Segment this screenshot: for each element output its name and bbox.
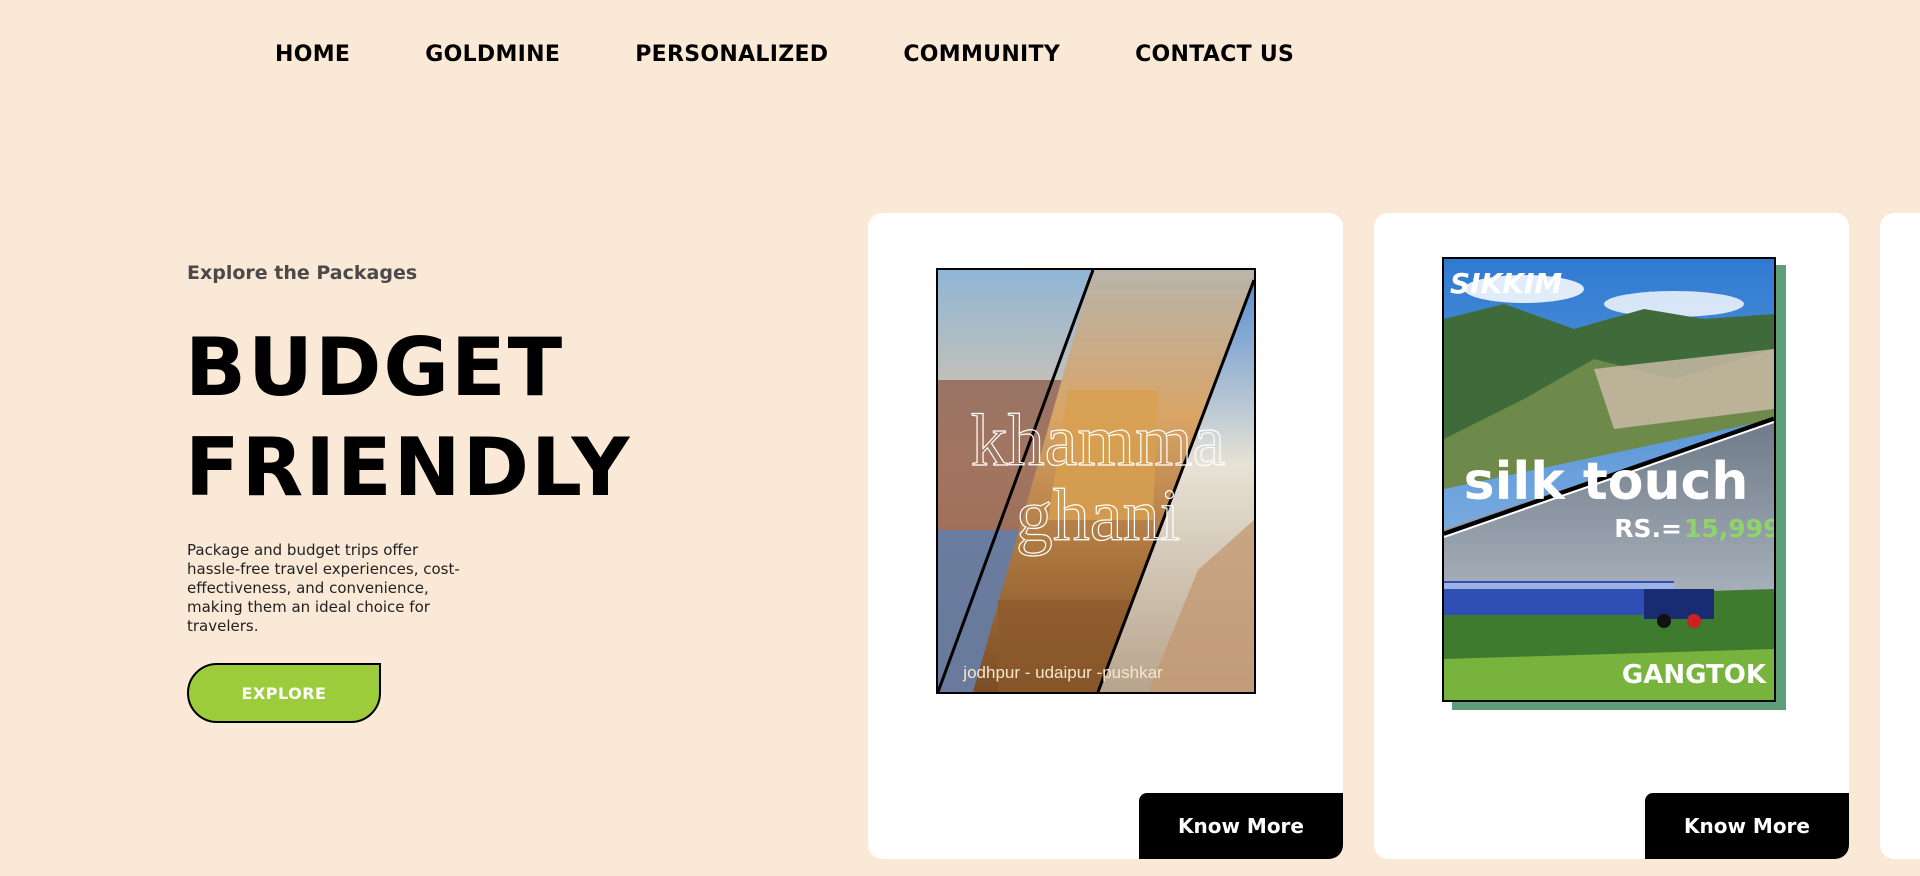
- rajasthan-poster-image: khamma ghani jodhpur - udaipur -pushkar: [936, 268, 1256, 694]
- nav-contact-us[interactable]: CONTACT US: [1135, 42, 1294, 67]
- explore-button[interactable]: EXPLORE: [187, 663, 381, 723]
- know-more-button[interactable]: Know More: [1139, 793, 1343, 859]
- hero-title-line-1: BUDGET: [185, 321, 565, 414]
- package-card-sikkim: SIKKIM silk touch RS.= 15,999 GANGTOK Kn…: [1374, 213, 1849, 859]
- hero-description: Package and budget trips offer hassle-fr…: [187, 541, 460, 635]
- hero-title-line-2: FRIENDLY: [185, 421, 632, 514]
- package-card-rajasthan: khamma ghani jodhpur - udaipur -pushkar …: [868, 213, 1343, 859]
- nav-goldmine[interactable]: GOLDMINE: [425, 42, 560, 67]
- package-card-partial: [1880, 213, 1920, 859]
- poster-title: silk touch: [1464, 452, 1749, 512]
- poster-price-prefix: RS.=: [1614, 514, 1682, 543]
- nav-community[interactable]: COMMUNITY: [903, 42, 1060, 67]
- poster-price-value: 15,999: [1684, 514, 1774, 543]
- poster-title-2: ghani: [1016, 475, 1180, 557]
- sikkim-poster-image: SIKKIM silk touch RS.= 15,999 GANGTOK: [1442, 257, 1776, 702]
- hero-title: BUDGET FRIENDLY: [185, 318, 631, 518]
- nav-home[interactable]: HOME: [275, 42, 350, 67]
- nav-personalized[interactable]: PERSONALIZED: [635, 42, 828, 67]
- hero-subtitle: Explore the Packages: [187, 262, 418, 284]
- poster-region: SIKKIM: [1450, 267, 1562, 300]
- know-more-button[interactable]: Know More: [1645, 793, 1849, 859]
- poster-title-1: khamma: [971, 400, 1226, 482]
- main-nav: HOME GOLDMINE PERSONALIZED COMMUNITY CON…: [275, 42, 1369, 67]
- poster-caption: jodhpur - udaipur -pushkar: [962, 663, 1163, 682]
- poster-city: GANGTOK: [1622, 660, 1767, 690]
